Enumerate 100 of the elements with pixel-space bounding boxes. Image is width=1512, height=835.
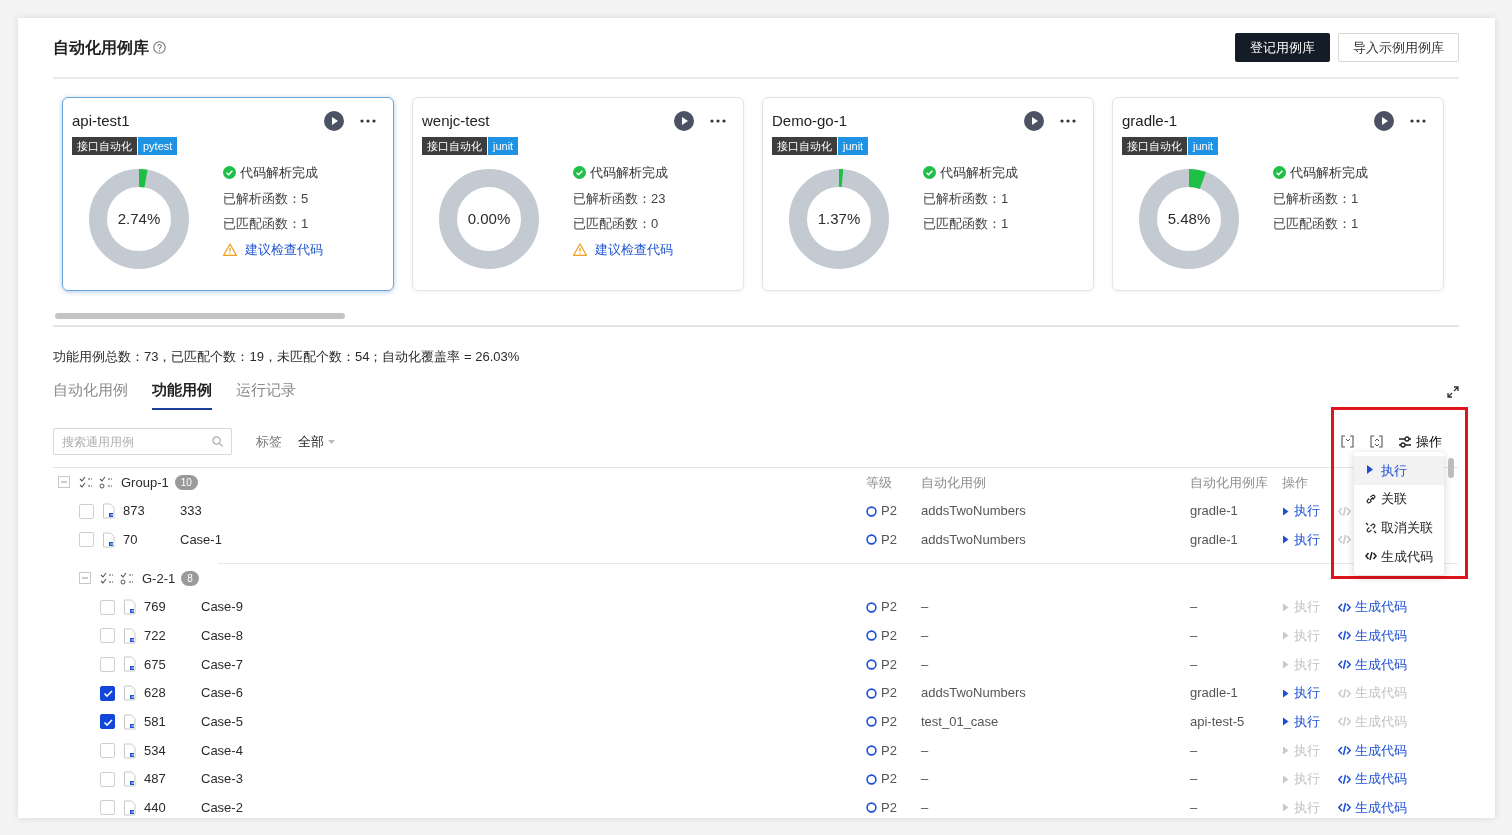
document-icon xyxy=(123,627,137,644)
generate-code-link[interactable]: 生成代码 xyxy=(1338,798,1407,818)
search-field[interactable]: 搜索通用用例 xyxy=(53,428,232,455)
run-link[interactable]: 执行 xyxy=(1282,529,1320,550)
select-some-icon[interactable] xyxy=(99,475,113,489)
more-icon[interactable] xyxy=(710,119,726,124)
menu-item[interactable]: 取消关联 xyxy=(1354,513,1444,543)
parse-status: 代码解析完成 xyxy=(940,164,1018,182)
group-name[interactable]: G-2-1 xyxy=(142,568,176,589)
menu-item[interactable]: 执行 xyxy=(1354,456,1444,485)
auto-case-name: – xyxy=(921,598,930,617)
auto-case-name: – xyxy=(921,799,930,818)
coverage-value: 5.48% xyxy=(1167,208,1211,229)
library-name: – xyxy=(1190,741,1199,760)
priority-icon xyxy=(866,505,877,517)
tag: 接口自动化 xyxy=(772,136,837,155)
auto-case-name: addsTwoNumbers xyxy=(921,502,1027,521)
library-name: – xyxy=(1190,627,1199,646)
play-icon[interactable] xyxy=(1024,111,1044,132)
menu-item[interactable]: 关联 xyxy=(1354,484,1444,514)
case-title: 333 xyxy=(180,502,202,521)
more-icon[interactable] xyxy=(1060,119,1076,124)
more-icon[interactable] xyxy=(360,119,376,124)
priority-icon xyxy=(866,534,877,546)
tag: 接口自动化 xyxy=(1122,136,1187,155)
generate-code-link[interactable]: 生成代码 xyxy=(1338,597,1407,617)
generate-code-link[interactable]: 生成代码 xyxy=(1338,626,1407,646)
case-id: 722 xyxy=(144,627,167,646)
collapse-all-icon[interactable] xyxy=(1340,434,1355,449)
stat-text: 已匹配函数：1 xyxy=(1273,215,1360,233)
fullscreen-icon[interactable] xyxy=(1447,386,1459,399)
collapse-toggle[interactable] xyxy=(58,476,70,489)
import-button[interactable]: 导入示例用例库 xyxy=(1338,32,1459,63)
generate-code-link[interactable]: 生成代码 xyxy=(1338,654,1407,675)
check-code-link[interactable]: 建议检查代码 xyxy=(595,239,673,259)
document-icon xyxy=(102,531,116,548)
expand-all-icon[interactable] xyxy=(1369,434,1384,449)
library-card[interactable]: wenjc-test 接口自动化 junit 0.00% 代码解析完成 已解析函数：23 已匹配函数：0 建议检查代码 xyxy=(412,97,744,291)
help-icon xyxy=(153,41,166,54)
run-link[interactable]: 执行 xyxy=(1282,712,1320,732)
play-icon xyxy=(1282,602,1290,612)
tag-dropdown[interactable]: 全部 xyxy=(298,431,335,452)
document-icon xyxy=(123,685,137,702)
success-icon xyxy=(923,166,936,180)
tag: junit xyxy=(1188,136,1219,155)
tab[interactable]: 自动化用例 xyxy=(53,374,128,410)
select-some-icon[interactable] xyxy=(120,571,134,585)
more-icon[interactable] xyxy=(1410,119,1426,124)
play-icon xyxy=(1282,746,1290,756)
coverage-value: 1.37% xyxy=(817,208,861,229)
stat-text: 已解析函数：23 xyxy=(573,189,667,208)
document-icon xyxy=(123,599,137,616)
document-icon xyxy=(123,771,137,788)
play-icon xyxy=(1282,717,1290,727)
play-icon xyxy=(1282,659,1290,669)
priority-icon xyxy=(866,745,877,757)
column-header: 操作 xyxy=(1282,473,1309,492)
priority-text: P2 xyxy=(881,598,897,617)
play-icon xyxy=(1282,688,1290,698)
column-header: 等级 xyxy=(866,473,893,492)
library-card[interactable]: api-test1 接口自动化 pytest 2.74% 代码解析完成 已解析函数：5 已匹配函数：1 建议检查代码 xyxy=(62,97,394,291)
run-link[interactable]: 执行 xyxy=(1282,683,1320,703)
collapse-toggle[interactable] xyxy=(79,572,91,585)
coverage-value: 2.74% xyxy=(117,208,161,229)
tag: junit xyxy=(488,136,519,155)
stat-text: 已匹配函数：1 xyxy=(923,215,1010,233)
document-icon xyxy=(123,656,137,673)
play-icon[interactable] xyxy=(674,111,694,132)
run-link[interactable]: 执行 xyxy=(1282,501,1320,521)
code-icon xyxy=(1338,773,1351,785)
code-icon xyxy=(1338,601,1351,613)
auto-case-name: – xyxy=(921,770,930,789)
stat-text: 已解析函数：5 xyxy=(223,189,310,208)
generate-code-link[interactable]: 生成代码 xyxy=(1338,740,1407,761)
library-card[interactable]: gradle-1 接口自动化 junit 5.48% 代码解析完成 已解析函数：1 已匹配函数：1 xyxy=(1112,97,1444,291)
check-code-link[interactable]: 建议检查代码 xyxy=(245,239,323,259)
register-button[interactable]: 登记用例库 xyxy=(1235,32,1330,63)
link-icon xyxy=(1365,493,1377,506)
generate-code-link[interactable]: 生成代码 xyxy=(1338,769,1407,789)
case-title: Case-9 xyxy=(201,598,243,617)
library-card[interactable]: Demo-go-1 接口自动化 junit 1.37% 代码解析完成 已解析函数：1 已匹配函数：1 xyxy=(762,97,1094,291)
play-icon[interactable] xyxy=(1374,111,1394,132)
select-all-icon[interactable] xyxy=(79,475,93,489)
search-icon xyxy=(212,436,223,447)
select-all-icon[interactable] xyxy=(100,571,114,585)
menu-item[interactable]: 生成代码 xyxy=(1354,542,1444,571)
group-name[interactable]: Group-1 xyxy=(121,472,169,493)
scrollbar[interactable] xyxy=(55,313,345,319)
case-title: Case-2 xyxy=(201,799,243,818)
case-id: 534 xyxy=(144,741,167,760)
case-title: Case-8 xyxy=(201,627,243,646)
tab[interactable]: 运行记录 xyxy=(236,374,296,410)
count-badge: 8 xyxy=(181,570,199,586)
checkbox[interactable] xyxy=(100,714,115,730)
menu-scrollbar[interactable] xyxy=(1448,458,1454,478)
checkbox[interactable] xyxy=(100,685,115,701)
priority-icon xyxy=(866,630,877,642)
actions-button[interactable]: 操作 xyxy=(1398,431,1442,452)
tab[interactable]: 功能用例 xyxy=(152,374,212,410)
play-icon[interactable] xyxy=(324,111,344,132)
